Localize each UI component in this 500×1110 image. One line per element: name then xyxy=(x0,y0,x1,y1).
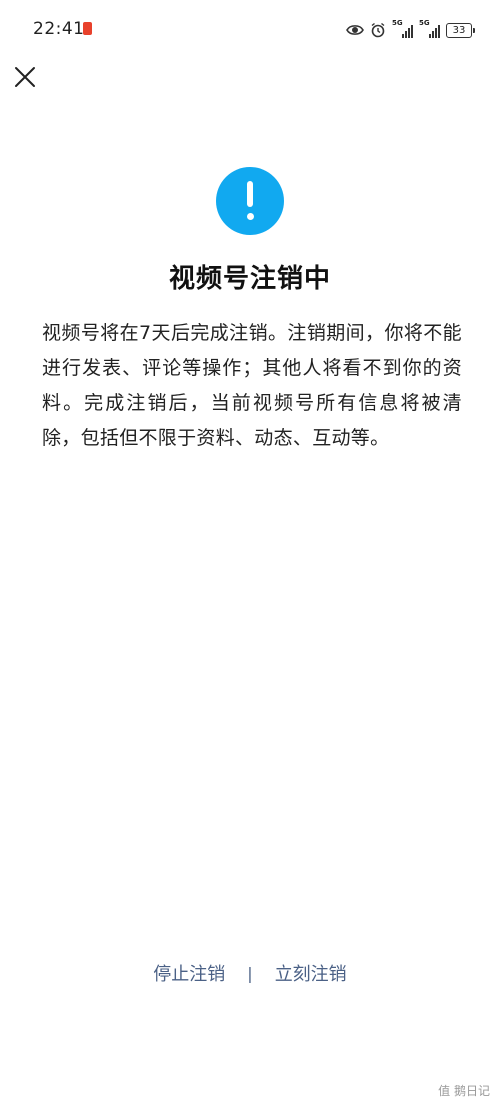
status-icons: 5G 5G 33 xyxy=(346,19,475,40)
action-separator: | xyxy=(247,963,253,983)
notification-icon xyxy=(83,22,92,35)
status-bar: 22:41 5G 5G 33 xyxy=(0,0,500,60)
description-text: 视频号将在7天后完成注销。注销期间，你将不能进行发表、评论等操作；其他人将看不到… xyxy=(42,322,462,449)
signal-icon-1: 5G xyxy=(392,19,413,38)
close-button[interactable] xyxy=(12,64,38,90)
battery-icon: 33 xyxy=(446,22,475,38)
watermark: 值 鹅日记 xyxy=(438,1084,490,1098)
close-icon xyxy=(15,67,35,87)
status-time: 22:41 xyxy=(33,19,85,39)
signal-icon-2: 5G xyxy=(419,19,440,38)
eye-icon xyxy=(346,25,364,35)
alarm-icon xyxy=(371,22,385,38)
exclamation-circle-icon xyxy=(216,167,284,235)
bottom-actions: 停止注销 | 立刻注销 xyxy=(0,958,500,988)
stop-cancellation-button[interactable]: 停止注销 xyxy=(153,960,225,986)
cancel-now-button[interactable]: 立刻注销 xyxy=(275,960,347,986)
page-title: 视频号注销中 xyxy=(168,264,331,294)
